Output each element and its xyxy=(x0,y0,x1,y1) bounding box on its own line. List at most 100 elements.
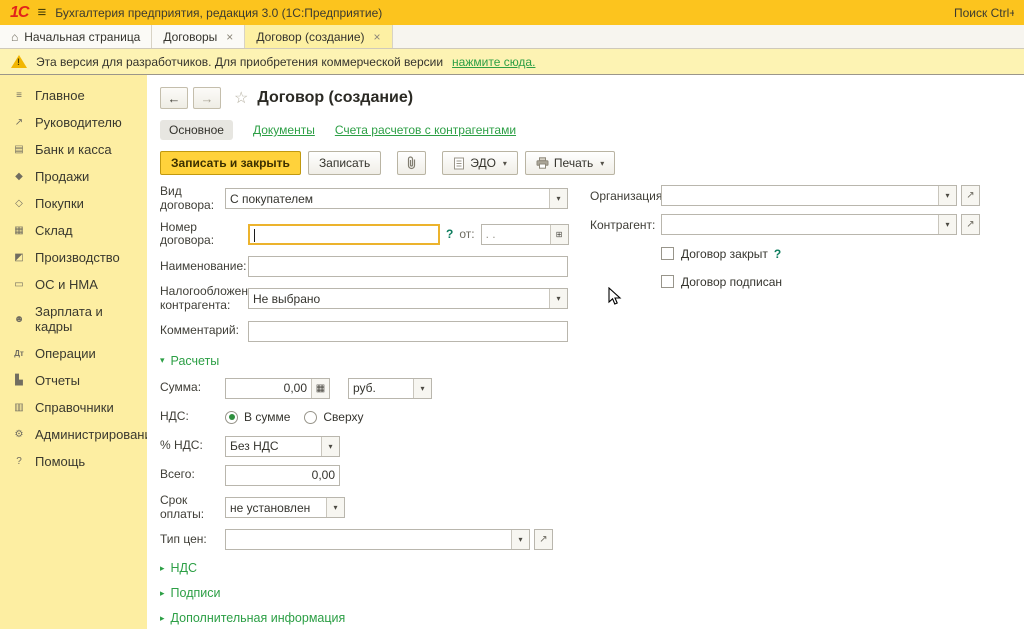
back-button[interactable]: ← xyxy=(160,87,188,109)
chevron-down-icon: ▾ xyxy=(503,159,507,168)
sidebar-item-sales[interactable]: ◆Продажи xyxy=(0,163,147,190)
edo-button[interactable]: ЭДО ▾ xyxy=(442,151,518,175)
contract-signed-checkbox[interactable] xyxy=(661,275,674,288)
contract-type-select[interactable]: С покупателем ▾ xyxy=(225,188,568,209)
sidebar-item-production[interactable]: ◩ Производство xyxy=(0,244,147,271)
contract-date-input[interactable]: . . ⊞ xyxy=(481,224,569,245)
tab-label: Договор (создание) xyxy=(256,30,364,44)
contract-number-input[interactable] xyxy=(248,224,440,245)
sidebar-item-label: Производство xyxy=(35,250,120,265)
chevron-down-icon[interactable]: ▾ xyxy=(326,498,344,517)
vat-included-radio[interactable] xyxy=(225,411,238,424)
sidebar-item-label: Зарплата и кадры xyxy=(35,304,139,334)
payment-term-select[interactable]: не установлен ▾ xyxy=(225,497,345,518)
sidebar-item-warehouse[interactable]: ▦Склад xyxy=(0,217,147,244)
close-icon[interactable]: × xyxy=(374,30,381,44)
additional-info-section-header[interactable]: ▸ Дополнительная информация xyxy=(160,611,1024,625)
close-icon[interactable]: × xyxy=(226,30,233,44)
price-type-combo[interactable]: ▾ xyxy=(225,529,530,550)
sidebar-item-fixed-assets[interactable]: ▭ОС и НМА xyxy=(0,271,147,298)
currency-value: руб. xyxy=(349,381,413,395)
1c-logo: 1С xyxy=(10,4,28,22)
chevron-right-icon: ▸ xyxy=(160,563,165,574)
chevron-down-icon[interactable]: ▾ xyxy=(938,215,956,234)
number-help-icon[interactable]: ? xyxy=(446,227,453,241)
chevron-down-icon[interactable]: ▾ xyxy=(549,289,567,308)
sidebar-item-reports[interactable]: ▙Отчеты xyxy=(0,367,147,394)
vat-rate-select[interactable]: Без НДС ▾ xyxy=(225,436,340,457)
sidebar-item-operations[interactable]: ДтОперации xyxy=(0,340,147,367)
amount-input[interactable]: 0,00 ▦ xyxy=(225,378,330,399)
field-label: Наименование: xyxy=(160,260,248,274)
section-title: Подписи xyxy=(171,586,221,600)
main-menu-icon[interactable]: ≡ xyxy=(37,4,46,21)
nav-tab-main[interactable]: Основное xyxy=(160,120,233,140)
counterparty-combo[interactable]: ▾ xyxy=(661,214,957,235)
sidebar-item-payroll-hr[interactable]: ☻ Зарплата и кадры xyxy=(0,298,147,340)
counterparty-open-button[interactable]: ↗ xyxy=(961,214,980,235)
warehouse-icon: ▦ xyxy=(12,225,26,236)
sections-panel: ≡Главное ↗Руководителю ▤ Банк и касса ◆Пр… xyxy=(0,75,147,629)
tab-contracts-list[interactable]: Договоры × xyxy=(152,25,245,48)
sidebar-item-catalogs[interactable]: ▥Справочники xyxy=(0,394,147,421)
sidebar-item-label: Банк и касса xyxy=(35,142,112,157)
contract-name-input[interactable] xyxy=(248,256,568,277)
nav-tab-settlement-accounts[interactable]: Счета расчетов с контрагентами xyxy=(335,123,516,137)
chevron-down-icon[interactable]: ▾ xyxy=(938,186,956,205)
sidebar-item-manager[interactable]: ↗Руководителю xyxy=(0,109,147,136)
chevron-down-icon[interactable]: ▾ xyxy=(549,189,567,208)
field-label: Контрагент: xyxy=(590,218,661,232)
chevron-down-icon[interactable]: ▾ xyxy=(413,379,431,398)
taxation-select[interactable]: Не выбрано ▾ xyxy=(248,288,568,309)
signatures-section-header[interactable]: ▸ Подписи xyxy=(160,586,1024,600)
total-input[interactable]: 0,00 xyxy=(225,465,340,486)
search-label: Поиск Ctrl+Shift+F xyxy=(954,6,1014,20)
buy-commercial-link[interactable]: нажмите сюда. xyxy=(452,55,535,69)
save-close-button[interactable]: Записать и закрыть xyxy=(160,151,301,175)
save-button[interactable]: Записать xyxy=(308,151,381,175)
bank-icon: ▤ xyxy=(12,144,26,155)
production-icon: ◩ xyxy=(12,252,26,263)
total-value: 0,00 xyxy=(226,468,339,482)
chevron-down-icon[interactable]: ▾ xyxy=(511,530,529,549)
favorite-star-icon[interactable]: ☆ xyxy=(234,88,248,108)
banner-text: Эта версия для разработчиков. Для приобр… xyxy=(36,55,443,69)
form-right-column: Организация: ▾ ↗ Контрагент: ▾ ↗ xyxy=(590,185,990,299)
radio-label: В сумме xyxy=(244,410,290,424)
organization-combo[interactable]: ▾ xyxy=(661,185,957,206)
contract-closed-checkbox[interactable] xyxy=(661,247,674,260)
tab-contract-new[interactable]: Договор (создание) × xyxy=(245,25,392,48)
chevron-down-icon[interactable]: ▾ xyxy=(321,437,339,456)
help-icon: ? xyxy=(12,456,26,467)
tab-label: Начальная страница xyxy=(24,30,140,44)
field-label: Тип цен: xyxy=(160,533,225,547)
forward-button[interactable]: → xyxy=(193,87,221,109)
sidebar-item-purchases[interactable]: ◇Покупки xyxy=(0,190,147,217)
sidebar-item-help[interactable]: ?Помощь xyxy=(0,448,147,475)
sidebar-item-bank-cash[interactable]: ▤ Банк и касса xyxy=(0,136,147,163)
field-label: Номер договора: xyxy=(160,221,248,249)
vat-on-top-radio[interactable] xyxy=(304,411,317,424)
comment-input[interactable] xyxy=(248,321,568,342)
closed-help-icon[interactable]: ? xyxy=(774,247,781,261)
app-title: Бухгалтерия предприятия, редакция 3.0 (1… xyxy=(55,6,382,20)
price-type-open-button[interactable]: ↗ xyxy=(534,529,553,550)
global-search[interactable]: Поиск Ctrl+Shift+F xyxy=(950,6,1014,20)
calculator-icon[interactable]: ▦ xyxy=(311,379,329,398)
employees-icon: ☻ xyxy=(12,314,26,325)
vat-section-header[interactable]: ▸ НДС xyxy=(160,561,1024,575)
taxation-value: Не выбрано xyxy=(249,292,549,306)
edo-document-icon xyxy=(453,157,465,170)
calendar-icon[interactable]: ⊞ xyxy=(550,225,568,244)
organization-open-button[interactable]: ↗ xyxy=(961,185,980,206)
nav-tab-documents[interactable]: Документы xyxy=(253,123,315,137)
settings-gear-icon: ⚙ xyxy=(12,429,26,440)
tab-home[interactable]: ⌂ Начальная страница xyxy=(0,25,152,48)
print-button[interactable]: Печать ▾ xyxy=(525,151,615,175)
sidebar-item-label: Операции xyxy=(35,346,96,361)
attachments-button[interactable] xyxy=(397,151,426,175)
sidebar-item-administration[interactable]: ⚙Администрирование xyxy=(0,421,147,448)
settlements-section-header[interactable]: ▾ Расчеты xyxy=(160,354,1024,368)
currency-select[interactable]: руб. ▾ xyxy=(348,378,432,399)
sidebar-item-main[interactable]: ≡Главное xyxy=(0,82,147,109)
